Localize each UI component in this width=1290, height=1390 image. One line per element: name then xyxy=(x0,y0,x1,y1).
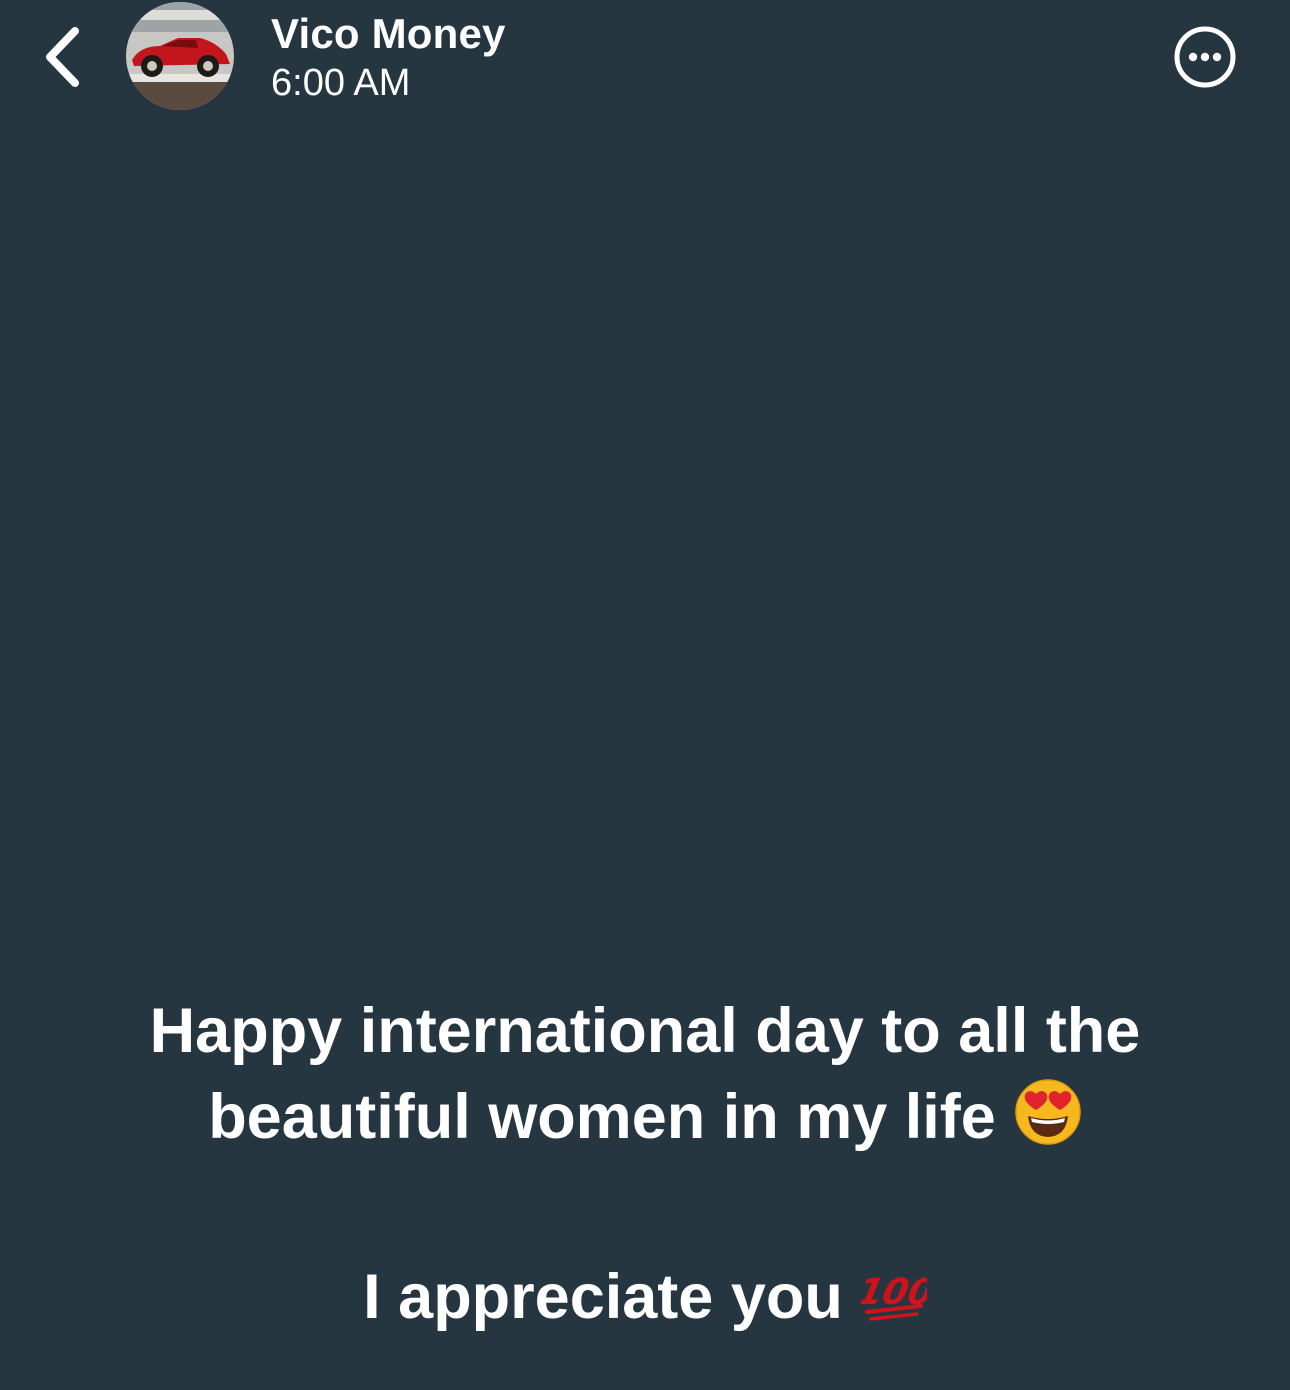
chevron-left-icon xyxy=(46,27,79,87)
status-line-3-text: I appreciate you xyxy=(363,1262,843,1332)
status-line-2: beautiful women in my life xyxy=(40,1074,1250,1168)
heart-eyes-emoji-icon xyxy=(1014,1078,1082,1168)
author-name[interactable]: Vico Money xyxy=(271,10,506,58)
hundred-points-emoji-icon: 100 xyxy=(854,1260,938,1348)
status-header: Vico Money 6:00 AM xyxy=(0,0,1290,120)
status-line-1: Happy international day to all the xyxy=(149,996,1141,1066)
back-button[interactable] xyxy=(30,22,94,92)
status-text: Happy international day to all the beaut… xyxy=(40,988,1250,1348)
more-options-circle-icon xyxy=(1174,26,1236,88)
post-time: 6:00 AM xyxy=(271,62,411,104)
red-vintage-car-photo xyxy=(126,2,234,110)
status-line-2-text: beautiful women in my life xyxy=(208,1082,996,1152)
more-options-button[interactable] xyxy=(1172,24,1238,90)
avatar[interactable] xyxy=(126,2,234,110)
status-line-3: I appreciate you 100 xyxy=(40,1254,1250,1348)
